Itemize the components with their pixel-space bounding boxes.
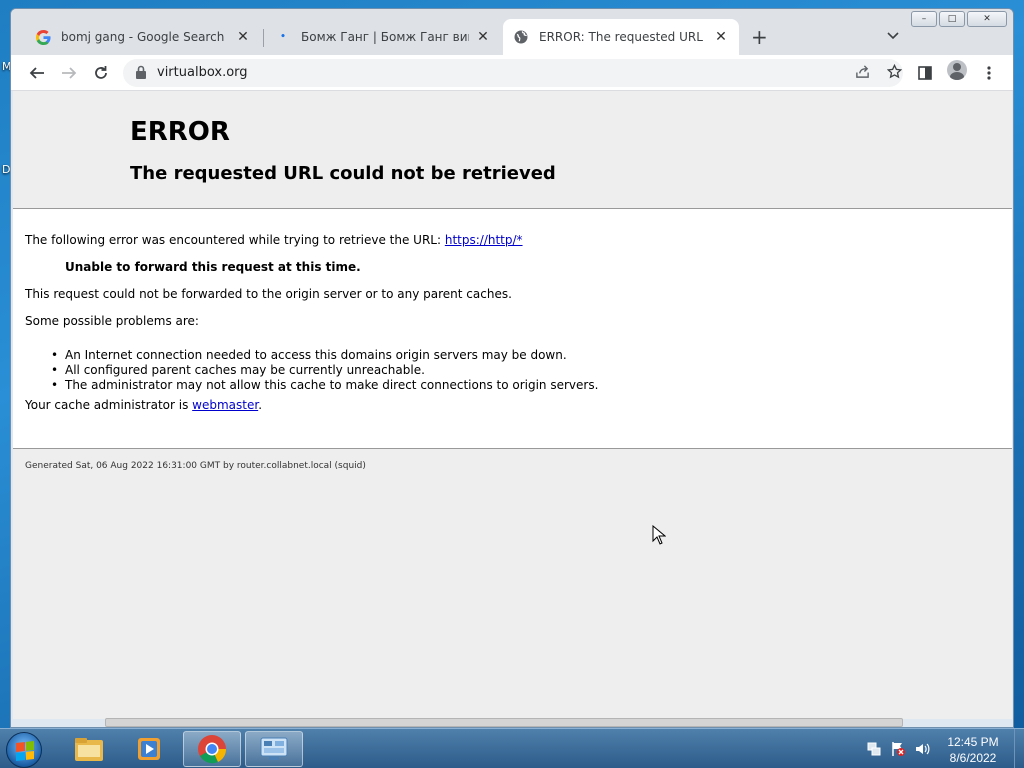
volume-icon[interactable] — [914, 741, 930, 757]
network-tray-icon[interactable] — [866, 741, 882, 757]
clock-date: 8/6/2022 — [949, 751, 997, 765]
maximize-button[interactable]: □ — [939, 11, 965, 27]
tab-fandom[interactable]: • Бомж Ганг | Бомж Ганг вики | Fa ✕ — [265, 19, 501, 55]
start-button[interactable] — [6, 732, 42, 768]
webmaster-link[interactable]: webmaster — [192, 398, 258, 412]
google-icon — [35, 29, 51, 45]
browser-toolbar: virtualbox.org — [11, 55, 1013, 91]
tab-strip: – □ ✕ bomj gang - Google Search ✕ • Бомж… — [11, 9, 1013, 55]
intro-paragraph: The following error was encountered whil… — [25, 233, 523, 247]
taskbar: 12:45 PM 8/6/2022 — [0, 728, 1024, 768]
share-icon[interactable] — [855, 64, 870, 83]
media-player-icon[interactable] — [120, 731, 178, 767]
generated-footer: Generated Sat, 06 Aug 2022 16:31:00 GMT … — [25, 461, 366, 471]
chrome-icon[interactable] — [183, 731, 241, 767]
admin-paragraph: Your cache administrator is webmaster. — [25, 398, 262, 412]
mouse-cursor-icon — [652, 525, 666, 545]
close-window-button[interactable]: ✕ — [967, 11, 1007, 27]
page-title: ERROR — [130, 117, 230, 147]
list-item: An Internet connection needed to access … — [51, 348, 598, 363]
system-clock[interactable]: 12:45 PM 8/6/2022 — [938, 734, 1008, 766]
back-button[interactable] — [25, 61, 49, 85]
address-bar[interactable]: virtualbox.org — [123, 59, 903, 87]
clock-time: 12:45 PM — [947, 735, 999, 749]
profile-avatar-icon[interactable] — [947, 60, 967, 80]
tab-title: bomj gang - Google Search — [61, 30, 225, 44]
list-item: The administrator may not allow this cac… — [51, 378, 598, 393]
problems-intro: Some possible problems are: — [25, 314, 199, 328]
close-tab-icon[interactable]: ✕ — [713, 29, 729, 45]
tab-error-active[interactable]: ERROR: The requested URL could ✕ — [503, 19, 739, 55]
globe-icon — [513, 29, 529, 45]
forward-button[interactable] — [57, 61, 81, 85]
tab-google-search[interactable]: bomj gang - Google Search ✕ — [25, 19, 261, 55]
bookmark-star-icon[interactable] — [886, 63, 903, 83]
menu-kebab-icon[interactable] — [977, 61, 1001, 85]
close-tab-icon[interactable]: ✕ — [475, 29, 491, 45]
error-body: The following error was encountered whil… — [13, 209, 1012, 449]
explorer-icon[interactable] — [60, 731, 118, 767]
control-panel-icon[interactable] — [245, 731, 303, 767]
show-desktop-button[interactable] — [1014, 729, 1024, 768]
tab-title: Бомж Ганг | Бомж Ганг вики | Fa — [301, 30, 469, 44]
page-subtitle: The requested URL could not be retrieved — [130, 163, 556, 184]
tab-separator — [263, 29, 264, 47]
admin-prefix: Your cache administrator is — [25, 398, 193, 412]
action-center-flag-icon[interactable] — [890, 741, 906, 757]
list-item: All configured parent caches may be curr… — [51, 363, 598, 378]
admin-suffix: . — [258, 398, 263, 412]
new-tab-button[interactable]: + — [751, 25, 768, 49]
url-text: virtualbox.org — [157, 65, 248, 80]
lock-icon[interactable] — [135, 65, 147, 79]
side-panel-icon[interactable] — [913, 61, 937, 85]
window-controls: – □ ✕ — [911, 11, 1007, 27]
requested-url-link[interactable]: https://http/* — [445, 233, 523, 247]
explanation-text: This request could not be forwarded to t… — [25, 287, 512, 301]
error-title: Unable to forward this request at this t… — [65, 260, 361, 274]
tab-search-chevron-icon[interactable] — [887, 29, 899, 43]
intro-text: The following error was encountered whil… — [25, 233, 445, 247]
horizontal-scrollbar[interactable] — [105, 718, 903, 727]
windows-logo-icon — [16, 741, 34, 761]
problems-list: An Internet connection needed to access … — [51, 348, 598, 393]
close-tab-icon[interactable]: ✕ — [235, 29, 251, 45]
browser-window: – □ ✕ bomj gang - Google Search ✕ • Бомж… — [10, 8, 1014, 728]
reload-button[interactable] — [89, 61, 113, 85]
loading-icon: • — [280, 32, 286, 42]
tab-title: ERROR: The requested URL could — [539, 30, 707, 44]
page-content: ERROR The requested URL could not be ret… — [13, 91, 1012, 719]
error-header: ERROR The requested URL could not be ret… — [13, 91, 1012, 209]
minimize-button[interactable]: – — [911, 11, 937, 27]
